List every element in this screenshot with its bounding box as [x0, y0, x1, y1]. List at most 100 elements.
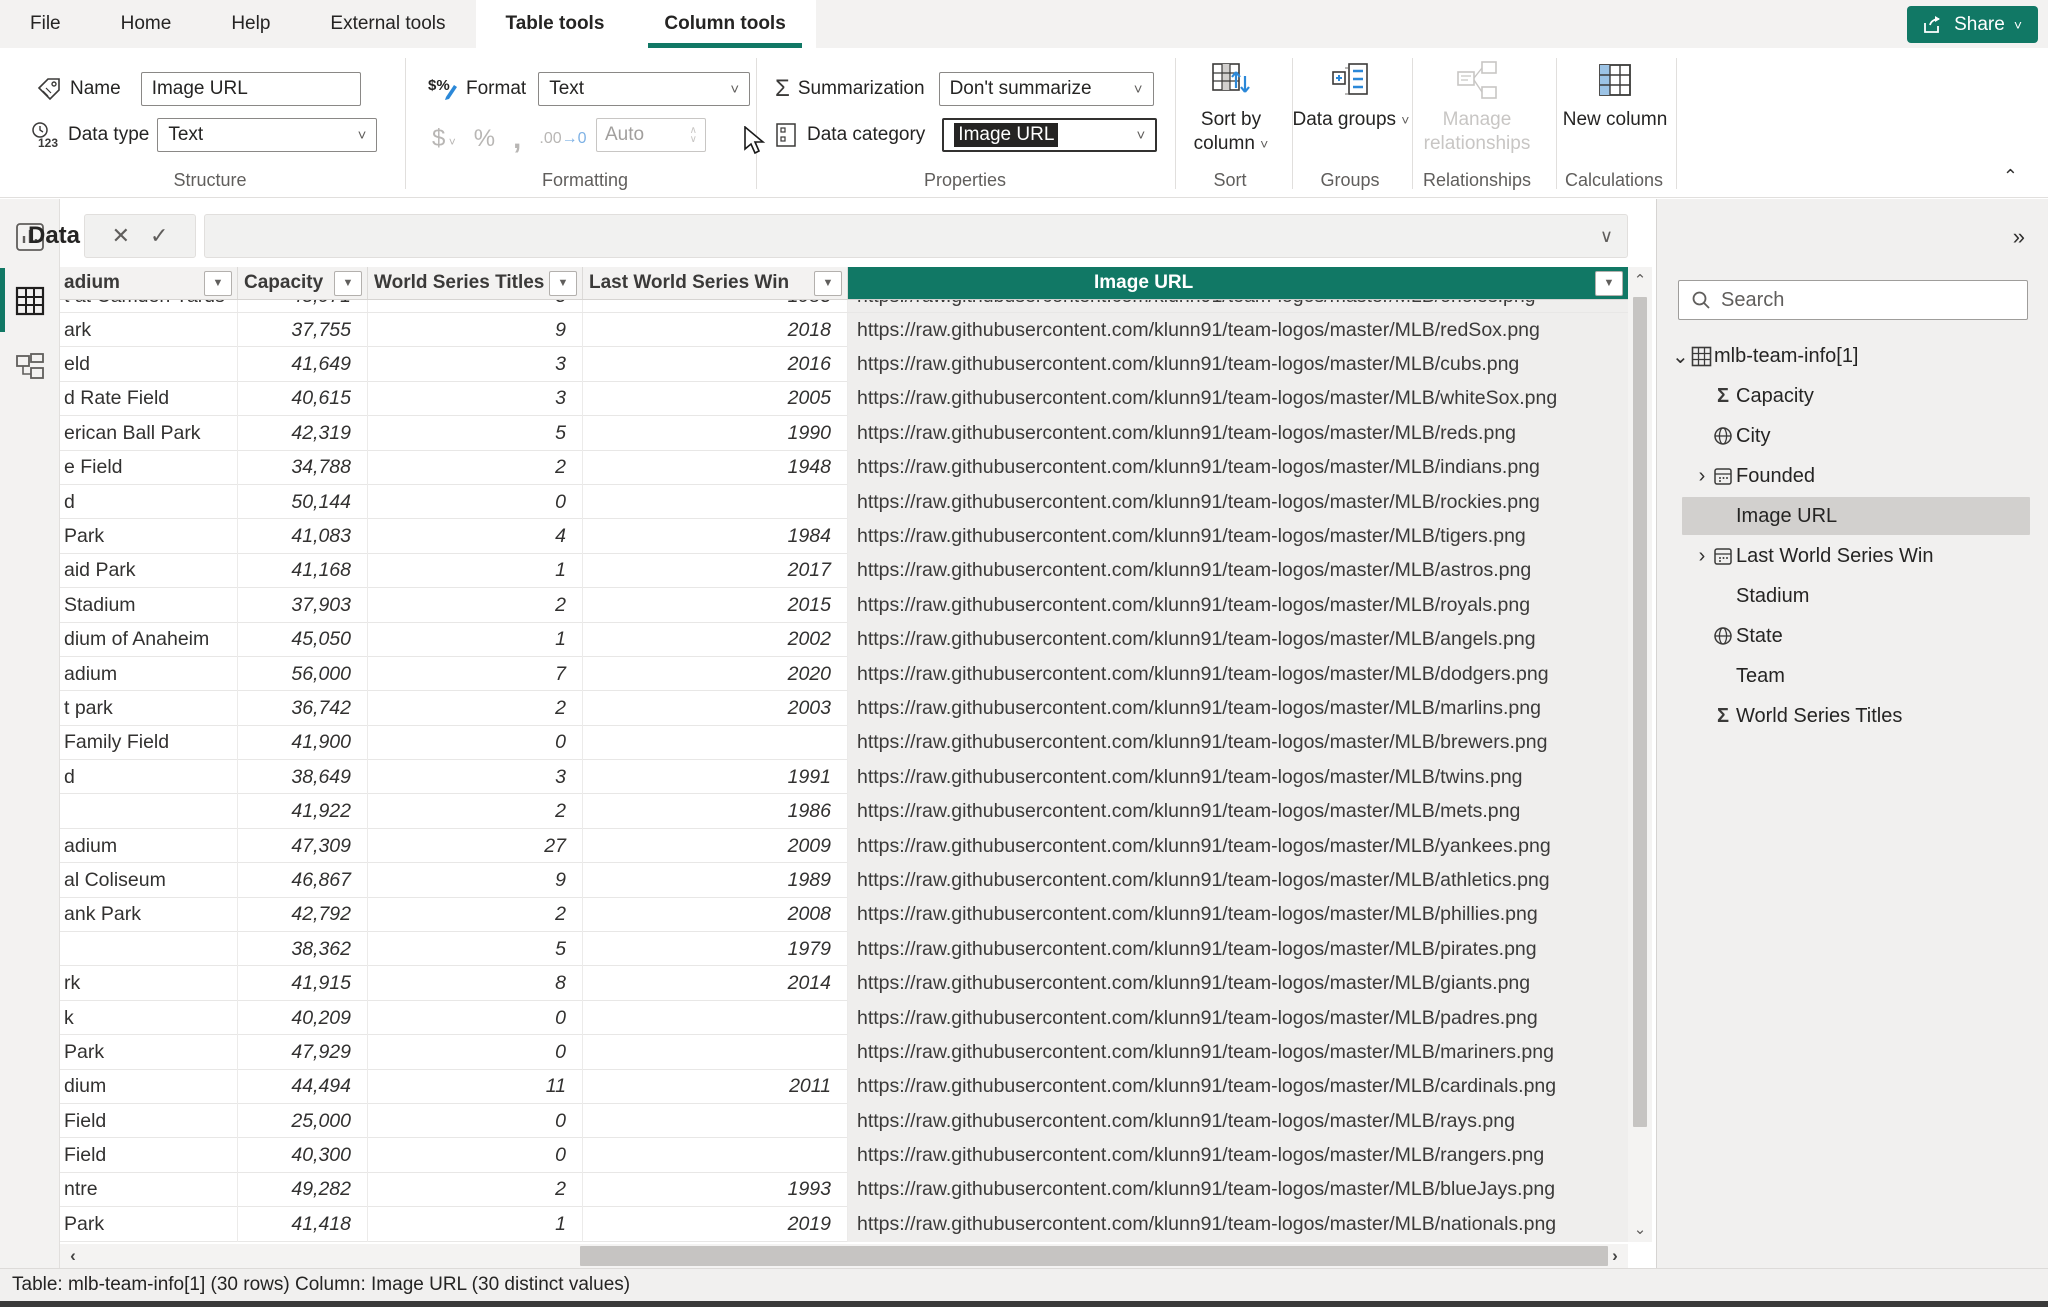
table-row[interactable]: Family Field 41,900 0 https://raw.github…: [60, 726, 1628, 760]
column-header-capacity[interactable]: Capacity▼: [238, 267, 368, 299]
cell-last-win[interactable]: 2002: [583, 623, 848, 657]
cell-titles[interactable]: 0: [368, 1104, 583, 1138]
cell-titles[interactable]: 0: [368, 1138, 583, 1172]
cell-last-win[interactable]: [583, 1001, 848, 1035]
table-row-partial[interactable]: t at Camden Yards 45,971 3 1983 https://…: [60, 300, 1628, 313]
cell-stadium[interactable]: k: [60, 1001, 238, 1035]
cell-stadium[interactable]: aid Park: [60, 554, 238, 588]
table-row[interactable]: e Field 34,788 2 1948 https://raw.github…: [60, 451, 1628, 485]
spinner-arrows-icon[interactable]: ∧∨: [690, 126, 697, 144]
cell-capacity[interactable]: 45,050: [238, 623, 368, 657]
cell-capacity[interactable]: 38,362: [238, 932, 368, 966]
table-row[interactable]: eld 41,649 3 2016 https://raw.githubuser…: [60, 347, 1628, 381]
cell-capacity[interactable]: 41,083: [238, 519, 368, 553]
cell-image-url[interactable]: https://raw.githubusercontent.com/klunn9…: [848, 1035, 1628, 1069]
data-category-select[interactable]: Image URL˅: [942, 118, 1157, 152]
cell-image-url[interactable]: https://raw.githubusercontent.com/klunn9…: [848, 966, 1628, 1000]
cell-image-url[interactable]: https://raw.githubusercontent.com/klunn9…: [848, 416, 1628, 450]
cell-capacity[interactable]: 47,929: [238, 1035, 368, 1069]
field-item-last-world-series-win[interactable]: › Last World Series Win: [1656, 536, 2048, 576]
cell-stadium[interactable]: Stadium: [60, 588, 238, 622]
cell-last-win[interactable]: 1993: [583, 1173, 848, 1207]
cell-titles[interactable]: 1: [368, 554, 583, 588]
commit-icon[interactable]: ✓: [150, 223, 168, 249]
cell-titles[interactable]: 2: [368, 1173, 583, 1207]
cell-stadium[interactable]: Field: [60, 1138, 238, 1172]
cell-capacity[interactable]: 36,742: [238, 691, 368, 725]
cell-last-win[interactable]: 2019: [583, 1207, 848, 1241]
currency-icon[interactable]: $ ˅: [432, 125, 456, 153]
cell-image-url[interactable]: https://raw.githubusercontent.com/klunn9…: [848, 726, 1628, 760]
cell-capacity[interactable]: 44,494: [238, 1070, 368, 1104]
cell-image-url[interactable]: https://raw.githubusercontent.com/klunn9…: [848, 1207, 1628, 1241]
cell-stadium[interactable]: ark: [60, 313, 238, 347]
table-row[interactable]: adium 56,000 7 2020 https://raw.githubus…: [60, 657, 1628, 691]
table-row[interactable]: Field 25,000 0 https://raw.githubusercon…: [60, 1104, 1628, 1138]
cell-capacity[interactable]: 25,000: [238, 1104, 368, 1138]
cell-stadium[interactable]: Park: [60, 1035, 238, 1069]
cell-stadium[interactable]: d: [60, 760, 238, 794]
filter-dropdown-icon[interactable]: ▼: [814, 271, 842, 296]
data-type-select[interactable]: Text˅: [157, 118, 377, 152]
field-item-founded[interactable]: › Founded: [1656, 456, 2048, 496]
formula-expand-chevron-icon[interactable]: ∨: [1600, 226, 1613, 247]
share-button[interactable]: Share ˅: [1907, 6, 2038, 43]
menu-external-tools[interactable]: External tools: [300, 0, 475, 48]
table-row[interactable]: dium of Anaheim 45,050 1 2002 https://ra…: [60, 623, 1628, 657]
cell-capacity[interactable]: 45,971: [238, 300, 368, 313]
cell-capacity[interactable]: 47,309: [238, 829, 368, 863]
cell-last-win[interactable]: [583, 485, 848, 519]
cell-image-url[interactable]: https://raw.githubusercontent.com/klunn9…: [848, 1104, 1628, 1138]
cell-titles[interactable]: 11: [368, 1070, 583, 1104]
horizontal-scrollbar-thumb[interactable]: [580, 1246, 1608, 1266]
field-item-city[interactable]: City: [1656, 416, 2048, 456]
cell-capacity[interactable]: 41,418: [238, 1207, 368, 1241]
cell-last-win[interactable]: 1991: [583, 760, 848, 794]
cell-last-win[interactable]: 2003: [583, 691, 848, 725]
cell-last-win[interactable]: 1986: [583, 794, 848, 828]
table-row[interactable]: dium 44,494 11 2011 https://raw.githubus…: [60, 1070, 1628, 1104]
cell-last-win[interactable]: 1989: [583, 863, 848, 897]
cell-image-url[interactable]: https://raw.githubusercontent.com/klunn9…: [848, 313, 1628, 347]
cell-titles[interactable]: 4: [368, 519, 583, 553]
cell-last-win[interactable]: 2005: [583, 382, 848, 416]
field-item-team[interactable]: Team: [1656, 656, 2048, 696]
cell-last-win[interactable]: 2009: [583, 829, 848, 863]
cell-image-url[interactable]: https://raw.githubusercontent.com/klunn9…: [848, 898, 1628, 932]
cell-stadium[interactable]: t at Camden Yards: [60, 300, 238, 313]
cell-titles[interactable]: 2: [368, 588, 583, 622]
cell-stadium[interactable]: al Coliseum: [60, 863, 238, 897]
cell-image-url[interactable]: https://raw.githubusercontent.com/klunn9…: [848, 588, 1628, 622]
cell-capacity[interactable]: 38,649: [238, 760, 368, 794]
data-view-icon[interactable]: [14, 285, 46, 317]
cell-stadium[interactable]: [60, 794, 238, 828]
cell-image-url[interactable]: https://raw.githubusercontent.com/klunn9…: [848, 1070, 1628, 1104]
table-row[interactable]: Park 41,418 1 2019 https://raw.githubuse…: [60, 1207, 1628, 1241]
cell-last-win[interactable]: 2018: [583, 313, 848, 347]
data-groups-button[interactable]: Data groups ˅: [1292, 60, 1410, 132]
cell-image-url[interactable]: https://raw.githubusercontent.com/klunn9…: [848, 623, 1628, 657]
column-header-world-series-titles[interactable]: World Series Titles▼: [368, 267, 583, 299]
cell-image-url[interactable]: https://raw.githubusercontent.com/klunn9…: [848, 760, 1628, 794]
cell-last-win[interactable]: [583, 726, 848, 760]
menu-file[interactable]: File: [0, 0, 91, 48]
field-item-image-url[interactable]: Image URL: [1656, 496, 2048, 536]
cell-image-url[interactable]: https://raw.githubusercontent.com/klunn9…: [848, 794, 1628, 828]
tab-table-tools[interactable]: Table tools: [476, 0, 635, 48]
cell-stadium[interactable]: rk: [60, 966, 238, 1000]
table-row[interactable]: d 50,144 0 https://raw.githubusercontent…: [60, 485, 1628, 519]
cell-last-win[interactable]: 2020: [583, 657, 848, 691]
cell-image-url[interactable]: https://raw.githubusercontent.com/klunn9…: [848, 382, 1628, 416]
table-row[interactable]: rk 41,915 8 2014 https://raw.githubuserc…: [60, 966, 1628, 1000]
table-row[interactable]: ntre 49,282 2 1993 https://raw.githubuse…: [60, 1173, 1628, 1207]
cell-image-url[interactable]: https://raw.githubusercontent.com/klunn9…: [848, 691, 1628, 725]
cell-last-win[interactable]: 1983: [583, 300, 848, 313]
table-row[interactable]: ank Park 42,792 2 2008 https://raw.githu…: [60, 898, 1628, 932]
cell-titles[interactable]: 9: [368, 313, 583, 347]
cell-capacity[interactable]: 40,615: [238, 382, 368, 416]
cell-last-win[interactable]: [583, 1138, 848, 1172]
model-view-icon[interactable]: [14, 351, 46, 383]
sort-by-column-button[interactable]: Sort by column ˅: [1172, 60, 1290, 156]
cell-stadium[interactable]: eld: [60, 347, 238, 381]
cell-capacity[interactable]: 56,000: [238, 657, 368, 691]
